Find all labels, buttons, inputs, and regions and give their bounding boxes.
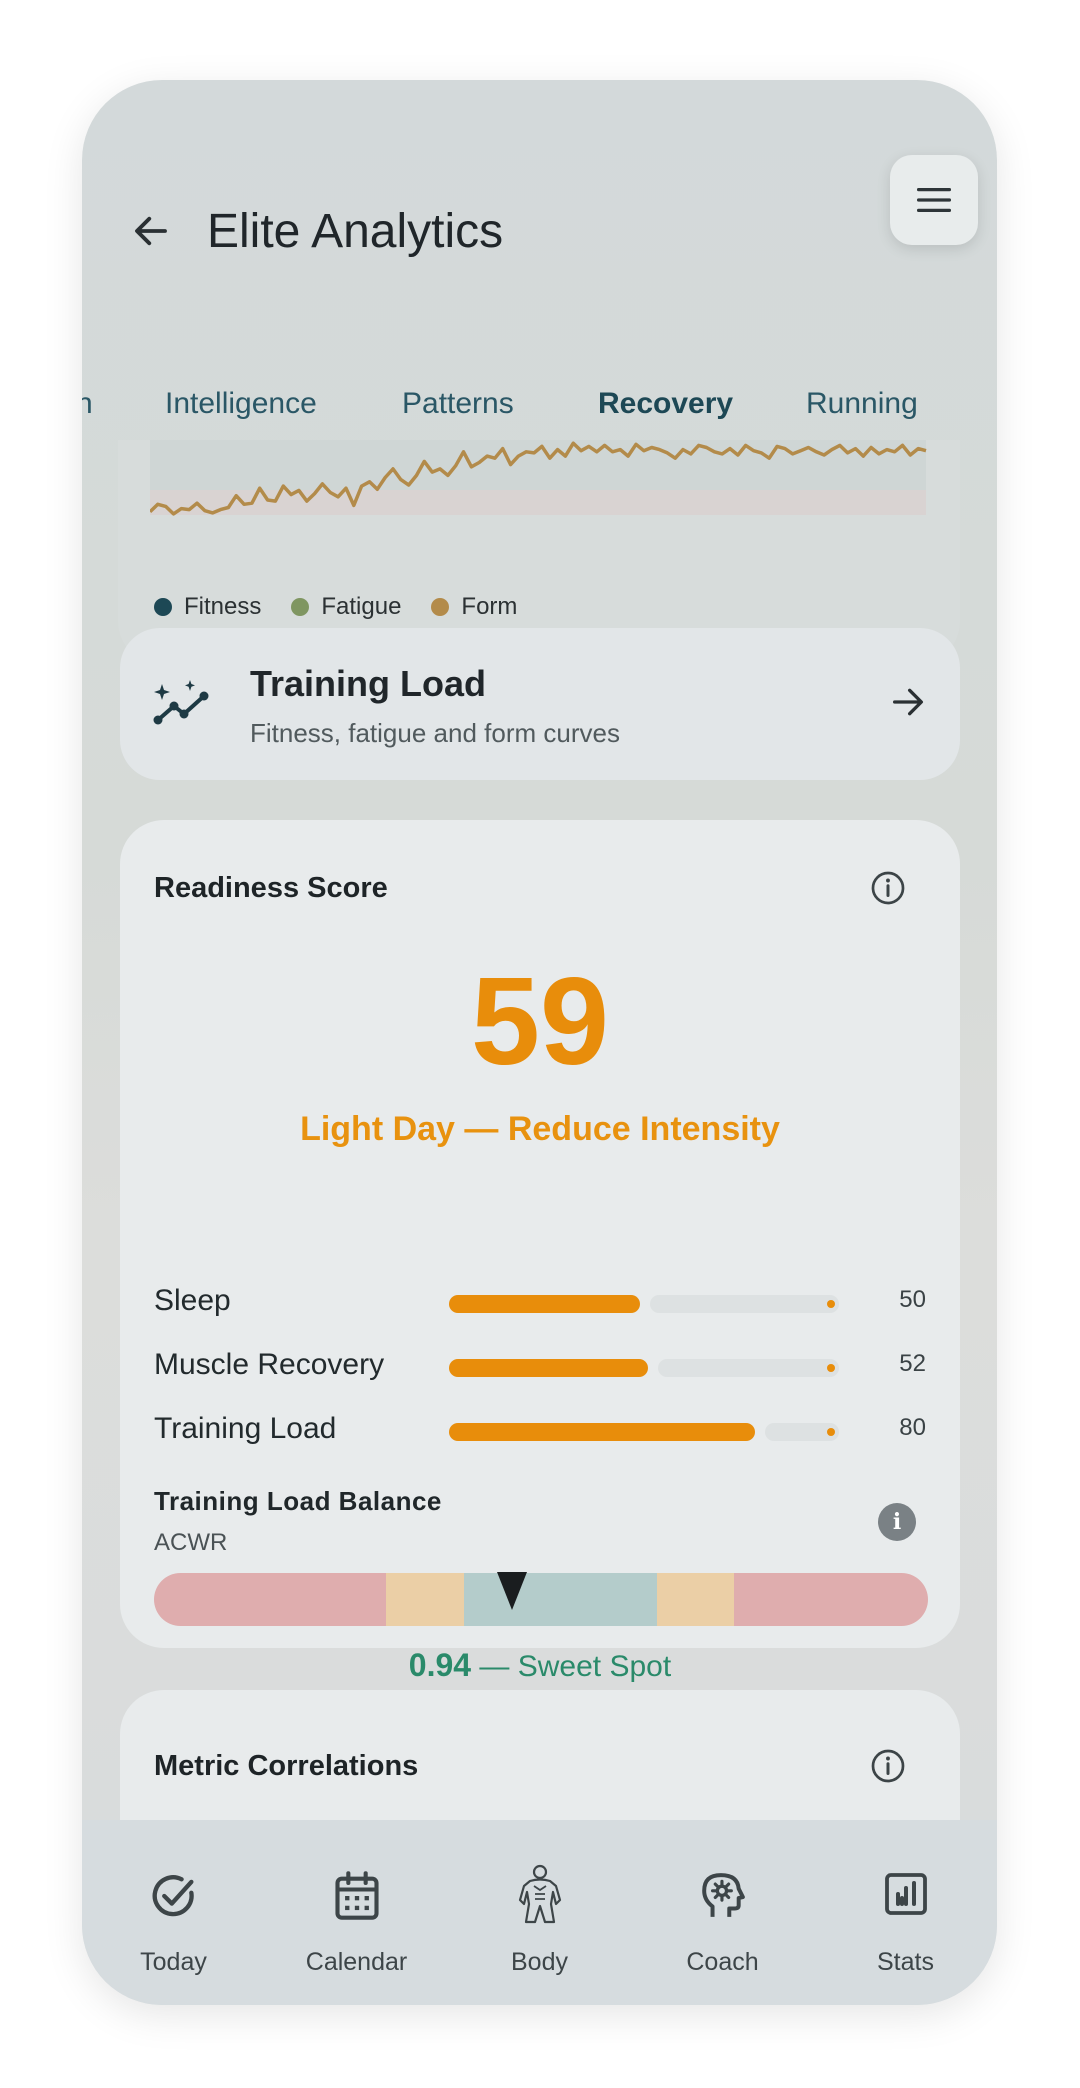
- metric-bar-fill: [449, 1295, 640, 1313]
- metric-bar-fill: [449, 1359, 648, 1377]
- phone-screen: Elite Analytics n Intelligence Patterns …: [82, 80, 997, 2005]
- brain-head-icon: [701, 1873, 745, 1917]
- calendar-icon: [334, 1871, 379, 1920]
- nav-label: Today: [140, 1948, 207, 1976]
- legend-item-fitness: Fitness: [154, 593, 261, 621]
- nav-item-stats[interactable]: Stats: [814, 1820, 997, 2005]
- metric-value: 52: [899, 1350, 926, 1377]
- form-line-chart: [150, 440, 927, 516]
- info-icon[interactable]: [870, 1748, 906, 1784]
- nav-label: Body: [511, 1948, 568, 1976]
- legend-dot: [291, 598, 310, 616]
- acwr-label: ACWR: [154, 1529, 228, 1556]
- nav-label: Calendar: [305, 1948, 408, 1976]
- card-title: Training Load: [250, 663, 487, 704]
- metric-bar: [449, 1295, 839, 1313]
- sparkle-trend-icon: [153, 680, 209, 725]
- metric-value: 50: [899, 1286, 926, 1313]
- metric-row-training-load: Training Load 80: [154, 1410, 926, 1450]
- metric-bar: [449, 1359, 839, 1377]
- bar-chart-icon: [884, 1873, 927, 1915]
- metric-bar-fill: [449, 1423, 755, 1441]
- zone-high-caution: [657, 1573, 735, 1626]
- nav-label: Coach: [686, 1948, 759, 1976]
- metric-bar-track: [650, 1295, 839, 1313]
- metric-row-sleep: Sleep 50: [154, 1282, 926, 1322]
- menu-button[interactable]: [890, 155, 978, 245]
- metric-value: 80: [899, 1414, 926, 1441]
- nav-item-coach[interactable]: Coach: [631, 1820, 814, 2005]
- tab-intelligence[interactable]: Intelligence: [165, 387, 317, 421]
- legend-label: Form: [461, 593, 518, 620]
- check-circle-icon: [152, 1875, 194, 1917]
- chart-negative-zone: [150, 490, 926, 515]
- acwr-zone-bar: [154, 1573, 928, 1626]
- acwr-zone-label: — Sweet Spot: [479, 1650, 672, 1683]
- metric-bar-track: [658, 1359, 839, 1377]
- back-button[interactable]: [122, 202, 180, 260]
- metric-bar: [449, 1423, 839, 1441]
- chart-legend: Fitness Fatigue Form: [154, 593, 517, 621]
- acwr-value: 0.94: [408, 1647, 472, 1683]
- nav-item-today[interactable]: Today: [82, 1820, 265, 2005]
- tab-running[interactable]: Running: [806, 387, 918, 421]
- hamburger-menu-icon: [917, 188, 951, 212]
- card-subtitle: Fitness, fatigue and form curves: [250, 718, 620, 748]
- body-muscle-icon: [518, 1864, 561, 1924]
- training-load-card[interactable]: Training Load Fitness, fatigue and form …: [120, 628, 960, 780]
- readiness-score-value: 59: [471, 953, 609, 1091]
- legend-item-form: Form: [431, 593, 517, 621]
- training-load-balance-title: Training Load Balance: [154, 1486, 442, 1516]
- metric-bar-end-dot: [827, 1428, 835, 1436]
- acwr-readout: 0.94 — Sweet Spot: [120, 1647, 960, 1684]
- legend-label: Fitness: [184, 593, 262, 620]
- page-title: Elite Analytics: [207, 205, 504, 258]
- metric-bar-end-dot: [827, 1364, 835, 1372]
- metric-label: Muscle Recovery: [154, 1348, 385, 1381]
- legend-dot: [154, 598, 172, 616]
- arrow-left-icon: [135, 216, 167, 246]
- metric-label: Sleep: [154, 1284, 231, 1317]
- nav-label: Stats: [877, 1948, 934, 1976]
- tab-recovery[interactable]: Recovery: [598, 387, 733, 421]
- info-filled-icon[interactable]: i: [878, 1503, 916, 1541]
- metric-label: Training Load: [154, 1412, 337, 1445]
- metric-bar-end-dot: [827, 1300, 835, 1308]
- arrow-right-icon: [893, 688, 923, 716]
- card-title: Metric Correlations: [154, 1750, 419, 1782]
- tab-patterns[interactable]: Patterns: [402, 387, 514, 421]
- top-app-bar: Elite Analytics: [82, 180, 997, 280]
- bottom-navigation: Today Calendar Body Coach Stats: [82, 1820, 997, 2005]
- legend-item-fatigue: Fatigue: [291, 593, 401, 621]
- legend-label: Fatigue: [321, 593, 402, 620]
- zone-sweet-spot: [463, 1573, 658, 1626]
- readiness-verdict: Light Day — Reduce Intensity: [300, 1110, 780, 1148]
- tab-partial[interactable]: n: [82, 387, 93, 421]
- zone-low-risk: [154, 1573, 387, 1626]
- metric-row-muscle-recovery: Muscle Recovery 52: [154, 1346, 926, 1386]
- readiness-score-card: Readiness Score 59 Light Day — Reduce In…: [120, 820, 960, 1683]
- nav-item-body[interactable]: Body: [448, 1820, 631, 2005]
- zone-high-risk: [734, 1573, 928, 1626]
- nav-item-calendar[interactable]: Calendar: [265, 1820, 448, 2005]
- acwr-marker-icon: [497, 1572, 527, 1610]
- zone-low-caution: [386, 1573, 464, 1626]
- info-icon[interactable]: [870, 870, 906, 906]
- legend-dot: [431, 598, 450, 616]
- card-title: Readiness Score: [154, 872, 388, 904]
